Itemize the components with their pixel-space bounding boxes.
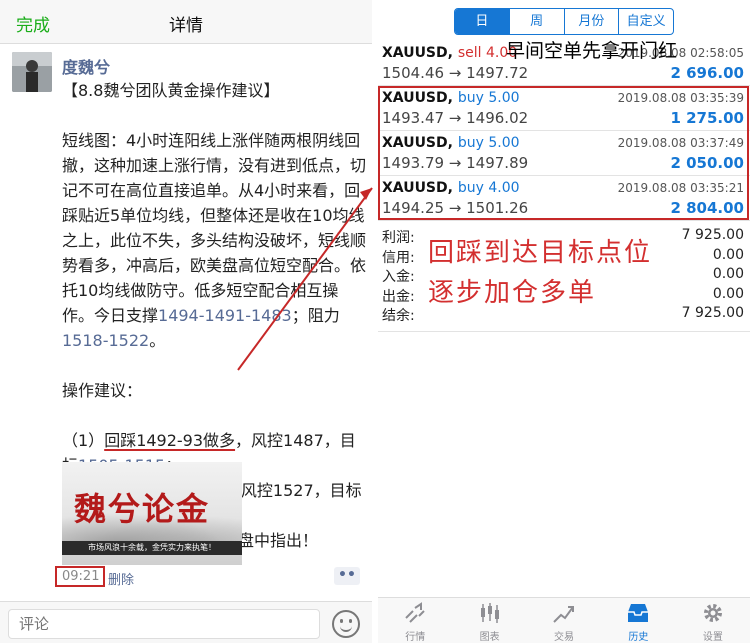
tab-chart[interactable]: 图表 xyxy=(452,598,526,643)
quotes-icon xyxy=(405,602,425,623)
trade-side-text: sell xyxy=(457,45,482,61)
comment-bar xyxy=(0,601,372,643)
tab-label: 交易 xyxy=(554,632,575,643)
comment-input[interactable] xyxy=(8,609,320,639)
trade-history-panel: 日 周 月份 自定义 XAUUSD, sell 4.00 2019.08.08 … xyxy=(378,0,750,643)
segment-week[interactable]: 周 xyxy=(510,9,565,34)
summary-label: 出金: xyxy=(382,288,415,305)
page-title: 详情 xyxy=(169,16,203,36)
settings-icon xyxy=(703,604,722,622)
tab-settings[interactable]: 设置 xyxy=(676,598,750,643)
trade-icon xyxy=(553,606,575,623)
history-icon xyxy=(628,604,649,622)
more-actions-button[interactable]: •• xyxy=(334,567,360,585)
tab-history[interactable]: 历史 xyxy=(601,598,675,643)
summary-value: 0.00 xyxy=(712,266,744,282)
annotation-line-1: 回踩到达目标点位 xyxy=(428,238,653,268)
summary-label: 信用: xyxy=(382,249,415,266)
buy-trades-highlight-box xyxy=(378,86,749,220)
segment-day[interactable]: 日 xyxy=(455,9,510,34)
trade-symbol-line: XAUUSD, sell 4.00 xyxy=(382,45,517,61)
wechat-detail-panel: 完成 详情 度魏兮 【8.8魏兮团队黄金操作建议】 短线图：4小时连阳线上涨伴随… xyxy=(0,0,372,643)
handwritten-note: 早间空单先拿开门红 xyxy=(506,40,678,62)
segment-custom[interactable]: 自定义 xyxy=(619,9,673,34)
post-paragraph: 短线图：4小时连阳线上涨伴随两根阴线回撤，这种加速上涨行情，没有进到低点，切记不… xyxy=(62,128,367,353)
post-blank xyxy=(62,403,367,428)
trade-symbol: XAUUSD, xyxy=(382,45,453,61)
resistance-link[interactable]: 1518-1522 xyxy=(62,331,149,350)
support-link[interactable]: 1494-1491-1483 xyxy=(158,306,292,325)
promo-title: 魏兮论金 xyxy=(74,490,211,528)
summary-label: 利润: xyxy=(382,230,415,246)
emoji-icon[interactable] xyxy=(332,610,360,638)
avatar[interactable] xyxy=(12,52,52,92)
op1-prefix: （1） xyxy=(62,431,105,450)
trade-profit: 2 696.00 xyxy=(670,64,744,82)
chart-icon xyxy=(480,603,499,623)
trade-prices: 1504.46 → 1497.72 xyxy=(382,64,529,82)
summary-value: 7 925.00 xyxy=(681,305,744,321)
summary-divider xyxy=(378,331,750,332)
summary-label: 入金: xyxy=(382,269,415,285)
resistance-label: ；阻力 xyxy=(291,306,340,325)
promo-image[interactable]: 魏兮论金 市场风浪十余载，金凭实力来执笔！ xyxy=(62,462,242,565)
tab-trade[interactable]: 交易 xyxy=(527,598,601,643)
analysis-text: 短线图：4小时连阳线上涨伴随两根阴线回撤，这种加速上涨行情，没有进到低点，切记不… xyxy=(62,131,367,325)
segment-month[interactable]: 月份 xyxy=(565,9,620,34)
summary-value: 0.00 xyxy=(712,246,744,263)
op-heading: 操作建议： xyxy=(62,381,143,400)
period: 。 xyxy=(149,331,166,350)
person-avatar-icon xyxy=(12,52,52,92)
bottom-tab-bar: 行情 图表 交易 历史 设置 xyxy=(378,597,750,643)
tab-label: 图表 xyxy=(479,632,500,643)
annotation-line-2: 逐步加仓多单 xyxy=(428,278,597,308)
post-time: 09:21 xyxy=(62,569,100,584)
tab-quotes[interactable]: 行情 xyxy=(378,598,452,643)
tab-label: 行情 xyxy=(405,632,426,643)
promo-slogan: 市场风浪十余载，金凭实力来执笔！ xyxy=(62,541,242,555)
op1-entry: 回踩1492-93做多 xyxy=(104,431,236,450)
tab-label: 历史 xyxy=(628,632,649,643)
post-blank xyxy=(62,353,367,378)
summary-value: 7 925.00 xyxy=(681,227,744,243)
author-name[interactable]: 度魏兮 xyxy=(62,54,110,78)
post-title: 【8.8魏兮团队黄金操作建议】 xyxy=(62,81,280,100)
post-blank xyxy=(62,103,367,128)
summary-value: 0.00 xyxy=(712,285,744,302)
nav-bar: 完成 详情 xyxy=(0,0,372,44)
delete-link[interactable]: 删除 xyxy=(108,569,134,588)
summary-label: 结余: xyxy=(382,308,415,324)
tab-label: 设置 xyxy=(702,632,723,643)
period-segmented-control: 日 周 月份 自定义 xyxy=(454,8,674,35)
